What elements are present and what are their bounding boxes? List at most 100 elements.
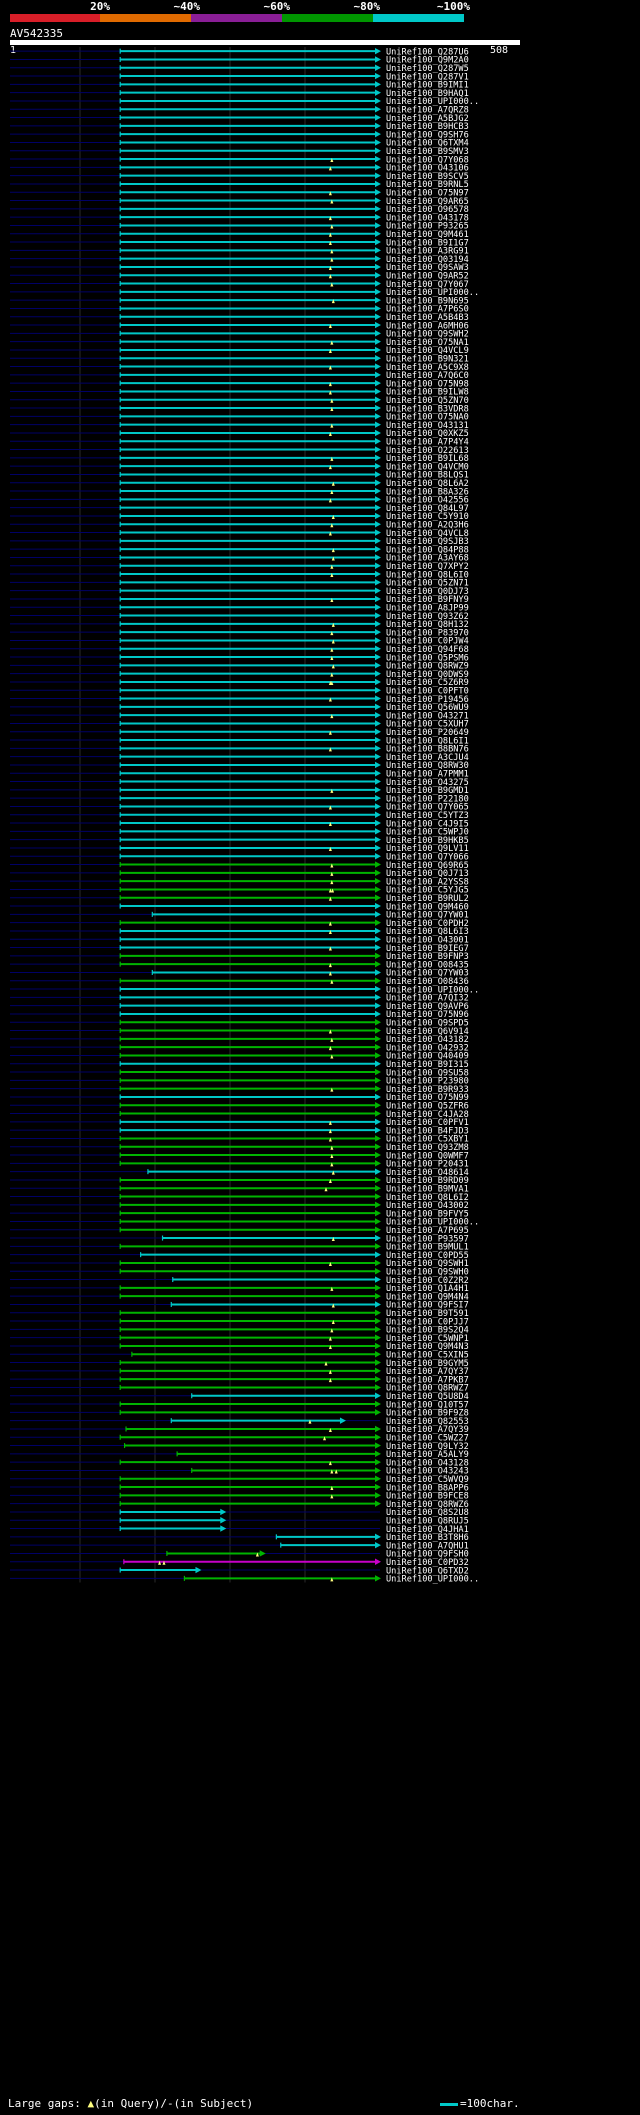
hit-arrow-icon (375, 122, 381, 130)
hit-arrow-icon (375, 1276, 381, 1283)
hit-arrow-icon (375, 1400, 381, 1408)
hit-arrow-icon (375, 554, 381, 561)
hit-arrow-icon (375, 1425, 381, 1433)
hit-arrow-icon (375, 155, 381, 163)
hit-arrow-icon (375, 189, 381, 196)
hit-arrow-icon (375, 529, 381, 536)
hit-arrow-icon (375, 869, 381, 877)
hit-arrow-icon (220, 1517, 227, 1524)
hit-arrow-icon (375, 537, 381, 545)
hit-arrow-icon (375, 1193, 381, 1200)
hit-arrow-icon (375, 421, 381, 428)
hit-arrow-icon (375, 371, 381, 379)
hit-arrow-icon (375, 977, 381, 984)
hit-arrow-icon (375, 745, 381, 752)
hit-arrow-icon (375, 695, 381, 702)
hit-arrow-icon (375, 396, 381, 403)
hit-arrow-icon (375, 936, 381, 943)
hit-arrow-icon (375, 1135, 381, 1142)
hit-arrow-icon (375, 238, 381, 246)
hit-arrow-icon (375, 1384, 381, 1391)
hit-arrow-icon (375, 1292, 381, 1300)
hit-arrow-icon (259, 1550, 266, 1557)
gap-subject-icon: - (166, 2097, 174, 2110)
hit-arrow-icon (375, 836, 381, 843)
hit-arrow-icon (375, 678, 381, 686)
hit-arrow-icon (375, 363, 381, 370)
hit-arrow-icon (375, 1093, 381, 1101)
legend-gap-query: (in Query)/ (94, 2097, 167, 2110)
hit-arrow-icon (375, 1284, 381, 1292)
hit-arrow-icon (375, 471, 381, 478)
hit-arrow-icon (375, 1259, 381, 1267)
hit-arrow-icon (375, 1234, 381, 1242)
hit-arrow-icon (375, 1326, 381, 1333)
legend-scale: =100char. (440, 2097, 520, 2110)
legend-label: Large gaps: (8, 2097, 81, 2110)
hit-arrow-icon (375, 703, 381, 711)
hit-arrow-icon (375, 1342, 381, 1350)
hit-arrow-icon (375, 1126, 381, 1134)
hit-arrow-icon (375, 1052, 381, 1059)
hit-arrow-icon (375, 1068, 381, 1076)
hit-arrow-icon (375, 952, 381, 960)
hit-arrow-icon (375, 1359, 381, 1366)
hit-arrow-icon (375, 562, 381, 569)
hit-arrow-icon (375, 1102, 381, 1109)
hit-arrow-icon (375, 778, 381, 785)
hit-arrow-icon (375, 1243, 381, 1250)
hit-arrow-icon (375, 413, 381, 420)
hit-arrow-icon (375, 288, 381, 296)
hit-arrow-icon (375, 164, 381, 171)
hit-arrow-icon (375, 388, 381, 395)
hit-arrow-icon (375, 711, 381, 719)
hit-arrow-icon (375, 1450, 381, 1458)
hit-arrow-icon (220, 1508, 227, 1516)
hit-arrow-icon (375, 1085, 381, 1092)
hit-arrow-icon (375, 247, 381, 254)
hit-arrow-icon (375, 1251, 381, 1258)
hit-arrow-icon (375, 1151, 381, 1159)
hit-arrow-icon (375, 720, 381, 727)
hit-arrow-icon (375, 579, 381, 586)
hit-arrow-icon (375, 479, 381, 486)
hit-arrow-icon (375, 545, 381, 553)
hit-arrow-icon (375, 147, 381, 154)
scale-bar-icon (440, 2102, 458, 2106)
hit-arrow-icon (375, 736, 381, 744)
hit-arrow-icon (375, 1218, 381, 1225)
hit-arrow-icon (375, 1541, 381, 1549)
hit-arrow-icon (375, 313, 381, 320)
hit-arrow-icon (375, 1483, 381, 1491)
hit-arrow-icon (195, 1566, 202, 1574)
hit-arrow-icon (375, 512, 381, 520)
hit-arrow-icon (375, 81, 381, 88)
hit-arrow-icon (375, 620, 381, 628)
hit-arrow-icon (375, 205, 381, 213)
hit-arrow-icon (375, 1375, 381, 1383)
hit-arrow-icon (375, 645, 381, 652)
hit-arrow-icon (375, 1575, 381, 1582)
hit-arrow-icon (375, 355, 381, 362)
hit-arrow-icon (375, 927, 381, 935)
hit-arrow-icon (375, 628, 381, 636)
hit-arrow-icon (375, 1035, 381, 1043)
hit-arrow-icon (375, 1060, 381, 1067)
hit-arrow-icon (375, 1434, 381, 1441)
hit-arrow-icon (375, 1176, 381, 1184)
hit-arrow-icon (375, 1351, 381, 1358)
hit-arrow-icon (375, 753, 381, 760)
hit-arrow-icon (375, 861, 381, 868)
hit-arrow-icon (375, 56, 381, 63)
hit-label[interactable]: UniRef100_UPI000.. (386, 1575, 479, 1585)
hit-arrow-icon (375, 230, 381, 237)
hit-arrow-icon (375, 504, 381, 511)
hit-arrow-icon (375, 89, 381, 96)
hit-arrow-icon (375, 487, 381, 495)
hit-arrow-icon (375, 438, 381, 445)
hit-arrow-icon (375, 1226, 381, 1233)
hit-arrow-icon (375, 346, 381, 354)
hit-arrow-icon (375, 587, 381, 594)
hit-arrow-icon (375, 1500, 381, 1507)
hit-arrow-icon (375, 985, 381, 993)
